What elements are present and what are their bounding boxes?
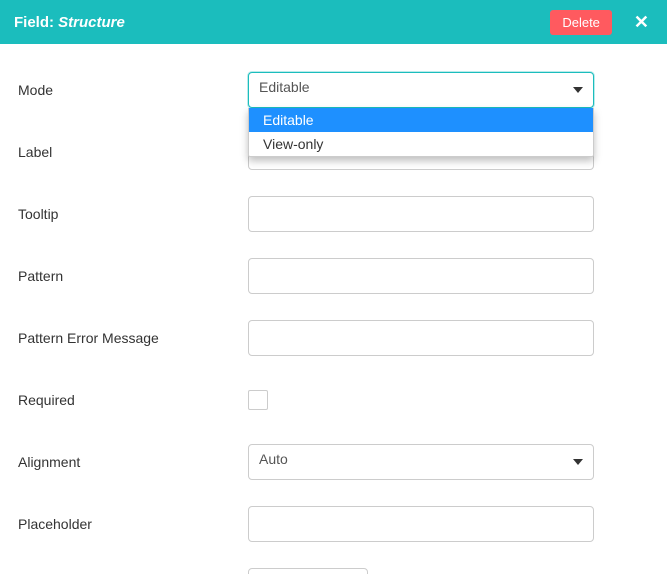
placeholder-input[interactable] bbox=[248, 506, 594, 542]
pattern-input[interactable] bbox=[248, 258, 594, 294]
label-pattern-error: Pattern Error Message bbox=[18, 330, 248, 346]
header-actions: Delete ✕ bbox=[550, 10, 653, 35]
required-checkbox[interactable] bbox=[248, 390, 268, 410]
title-value: Structure bbox=[58, 14, 125, 31]
mode-option-editable[interactable]: Editable bbox=[249, 108, 593, 132]
mode-option-viewonly[interactable]: View-only bbox=[249, 132, 593, 156]
label-placeholder: Placeholder bbox=[18, 516, 248, 532]
row-tooltip: Tooltip bbox=[18, 196, 649, 232]
alignment-control-wrap: Auto bbox=[248, 444, 594, 480]
label-label: Label bbox=[18, 144, 248, 160]
tooltip-control-wrap bbox=[248, 196, 594, 232]
row-required: Required bbox=[18, 382, 649, 418]
mode-dropdown: Editable View-only bbox=[248, 108, 594, 157]
mode-select[interactable]: Editable bbox=[248, 72, 594, 108]
pattern-error-control-wrap bbox=[248, 320, 594, 356]
row-element-css: Element CSS bbox=[18, 568, 649, 574]
required-control-wrap bbox=[248, 390, 594, 410]
tooltip-input[interactable] bbox=[248, 196, 594, 232]
label-required: Required bbox=[18, 392, 248, 408]
dialog-header: Field: Structure Delete ✕ bbox=[0, 0, 667, 44]
element-css-control-wrap bbox=[248, 568, 594, 574]
label-pattern: Pattern bbox=[18, 268, 248, 284]
alignment-select[interactable]: Auto bbox=[248, 444, 594, 480]
close-icon[interactable]: ✕ bbox=[630, 11, 653, 33]
form-scroll-area[interactable]: Mode Editable Editable View-only Label T… bbox=[0, 44, 667, 574]
label-tooltip: Tooltip bbox=[18, 206, 248, 222]
placeholder-control-wrap bbox=[248, 506, 594, 542]
mode-control-wrap: Editable Editable View-only bbox=[248, 72, 594, 108]
dialog-title: Field: Structure bbox=[14, 14, 125, 31]
label-mode: Mode bbox=[18, 82, 248, 98]
label-alignment: Alignment bbox=[18, 454, 248, 470]
row-alignment: Alignment Auto bbox=[18, 444, 649, 480]
row-mode: Mode Editable Editable View-only bbox=[18, 72, 649, 108]
pattern-error-input[interactable] bbox=[248, 320, 594, 356]
row-placeholder: Placeholder bbox=[18, 506, 649, 542]
pattern-control-wrap bbox=[248, 258, 594, 294]
row-pattern-error: Pattern Error Message bbox=[18, 320, 649, 356]
row-pattern: Pattern bbox=[18, 258, 649, 294]
title-prefix: Field: bbox=[14, 14, 58, 31]
delete-button[interactable]: Delete bbox=[550, 10, 612, 35]
element-css-input[interactable] bbox=[248, 568, 368, 574]
